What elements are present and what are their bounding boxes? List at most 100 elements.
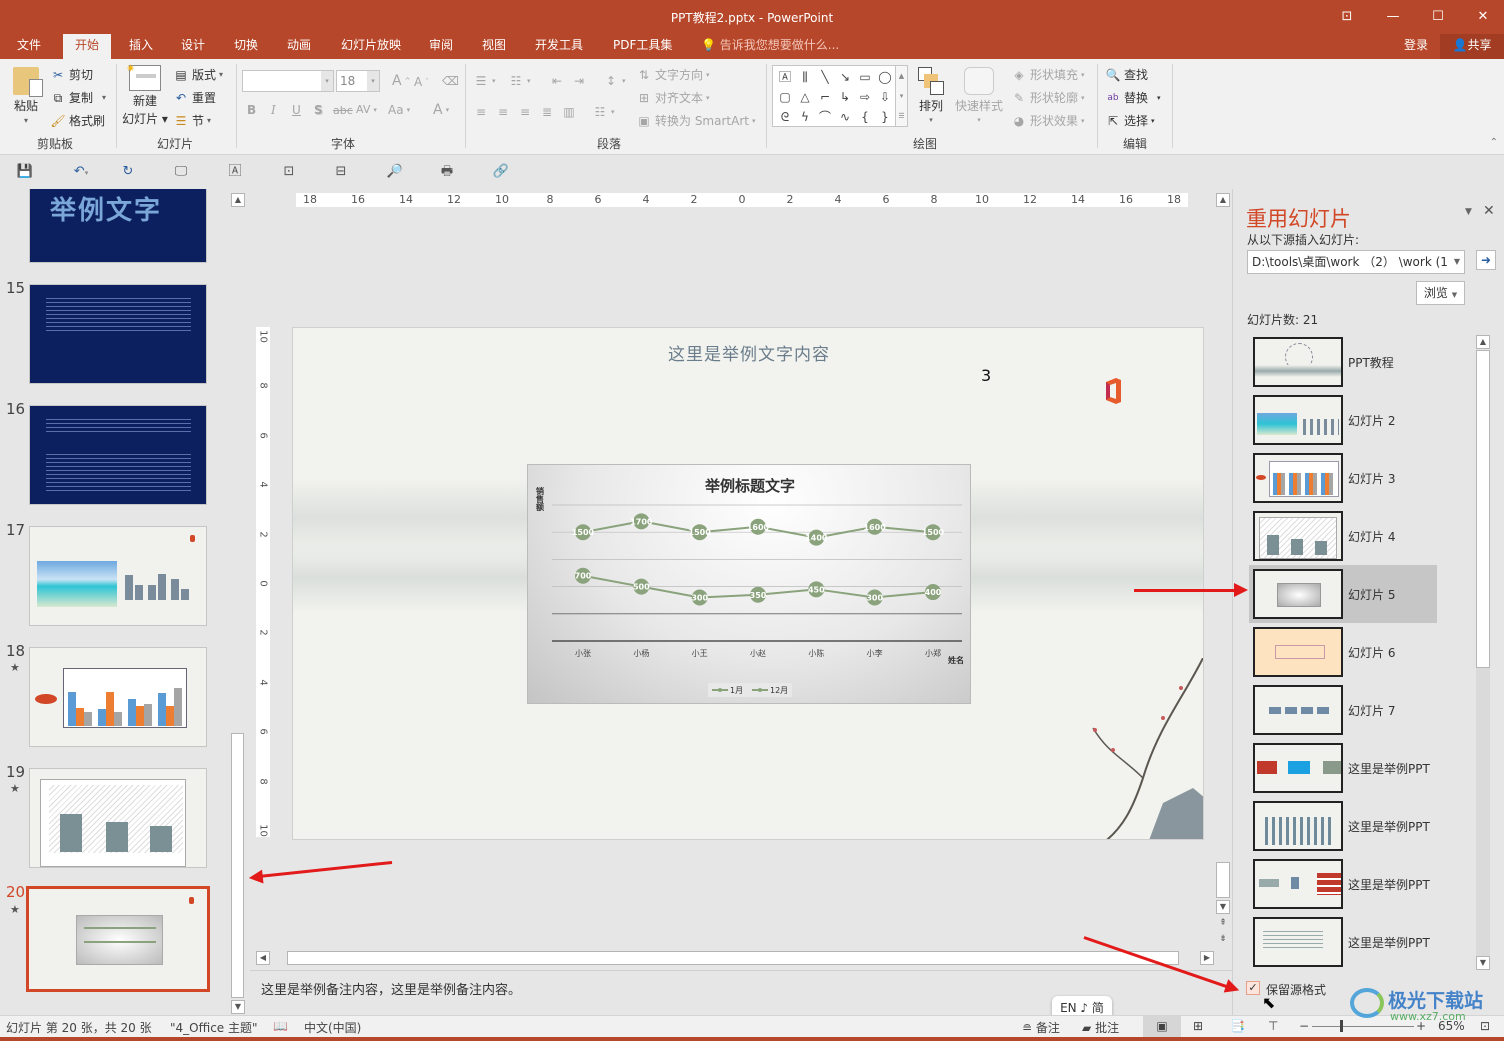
keep-source-format-checkbox[interactable]: ✓ xyxy=(1246,981,1260,995)
layout-button[interactable]: ▤ 版式 ▾ xyxy=(173,66,223,83)
shape-outline-button[interactable]: ✎ 形状轮廓 ▾ xyxy=(1011,89,1085,106)
source-slide-item[interactable]: 幻灯片 4 xyxy=(1253,511,1438,563)
slide-thumbnail-18[interactable] xyxy=(29,647,207,747)
editor-scroll-down-button[interactable]: ▼ xyxy=(1216,900,1230,914)
font-color-button[interactable]: A ▾ xyxy=(433,102,449,118)
zoom-out-button[interactable]: − xyxy=(1299,1019,1309,1033)
vertical-textbox-shape-icon[interactable]: ⫼ xyxy=(795,67,815,87)
arrow-line-shape-icon[interactable]: ↘ xyxy=(835,67,855,87)
textbox-shape-icon[interactable]: 🄰 xyxy=(775,67,795,87)
source-slide-item[interactable]: 这里是举例PPT xyxy=(1253,859,1438,911)
underline-button[interactable]: U xyxy=(292,103,301,117)
close-button[interactable]: ✕ xyxy=(1468,6,1498,28)
browse-button[interactable]: 浏览 ▼ xyxy=(1416,281,1465,305)
tab-slideshow[interactable]: 幻灯片放映 xyxy=(333,34,409,59)
source-slide-item[interactable]: 幻灯片 3 xyxy=(1253,453,1438,505)
arrange-button[interactable]: 排列 ▾ xyxy=(918,67,944,124)
align-right-button[interactable]: ≡ xyxy=(517,104,533,120)
redo-button[interactable]: ↻ xyxy=(119,163,137,181)
section-button[interactable]: ☰ 节 ▾ xyxy=(173,112,211,129)
notes-toggle-button[interactable]: ≘ 备注 xyxy=(1022,1019,1060,1036)
bullets-button[interactable]: ☰ ▾ xyxy=(473,73,496,89)
slide-number-text[interactable]: 3 xyxy=(981,366,991,385)
pane-options-button[interactable]: ▼ xyxy=(1465,207,1472,217)
convert-smartart-button[interactable]: ▣ 转换为 SmartArt ▾ xyxy=(636,112,755,129)
clear-format-button[interactable]: ⌫ xyxy=(442,73,459,89)
editor-scroll-up-button[interactable]: ▲ xyxy=(1216,193,1230,207)
link-button[interactable]: 🔗 xyxy=(492,163,510,181)
source-slide-item[interactable]: 幻灯片 2 xyxy=(1253,395,1438,447)
print-button[interactable]: 🖶 xyxy=(438,163,456,181)
source-path-combobox[interactable]: D:\tools\桌面\work （2） \work (1 ▼ xyxy=(1247,250,1465,274)
editor-h-scroll-thumb[interactable] xyxy=(287,951,1179,965)
shape-effects-button[interactable]: ◕ 形状效果 ▾ xyxy=(1011,112,1085,129)
replace-button[interactable]: ab 替换 ▾ xyxy=(1105,89,1160,106)
next-slide-button[interactable]: ⇟ xyxy=(1217,934,1229,944)
slideshow-button[interactable]: ⊡ xyxy=(280,163,298,181)
justify-button[interactable]: ≣ xyxy=(539,104,555,120)
font-size-input[interactable]: 18 ▾ xyxy=(336,70,380,92)
comments-toggle-button[interactable]: ▰ 批注 xyxy=(1082,1019,1119,1036)
scroll-down-button[interactable]: ▼ xyxy=(231,1000,245,1014)
scroll-up-button[interactable]: ▲ xyxy=(231,193,245,207)
tab-home[interactable]: 开始 xyxy=(63,34,112,59)
notes-text[interactable]: 这里是举例备注内容，这里是举例备注内容。 xyxy=(261,979,521,998)
slide-thumbnail-17[interactable] xyxy=(29,526,207,626)
tab-review[interactable]: 审阅 xyxy=(421,34,461,59)
format-painter-button[interactable]: 🖌 格式刷 xyxy=(50,112,105,129)
tab-transitions[interactable]: 切换 xyxy=(226,34,266,59)
tab-pdf-tools[interactable]: PDF工具集 xyxy=(605,34,680,59)
increase-indent-button[interactable]: ⇥ xyxy=(571,73,587,89)
login-link[interactable]: 登录 xyxy=(1396,34,1436,59)
elbow-connector-shape-icon[interactable]: ⌐ xyxy=(815,87,835,107)
pane-scroll-up-button[interactable]: ▲ xyxy=(1476,335,1490,349)
tell-me-box[interactable]: 💡 告诉我您想要做什么... xyxy=(693,34,847,59)
change-case-button[interactable]: Aa ▾ xyxy=(388,103,410,117)
source-slide-item[interactable]: PPT教程 xyxy=(1253,337,1438,389)
print-preview-button[interactable]: 🔎 xyxy=(386,163,404,181)
down-arrow-shape-icon[interactable]: ⇩ xyxy=(875,87,895,107)
tab-developer[interactable]: 开发工具 xyxy=(527,34,591,59)
columns-button[interactable]: ☷ ▾ xyxy=(592,104,615,120)
find-button[interactable]: 🔍 查找 xyxy=(1105,66,1149,83)
decrease-indent-button[interactable]: ⇤ xyxy=(549,73,565,89)
italic-button[interactable]: I xyxy=(271,103,276,117)
minimize-button[interactable]: — xyxy=(1378,6,1408,28)
spell-check-button[interactable]: 📖 xyxy=(273,1019,288,1033)
collapse-ribbon-button[interactable]: ⌃ xyxy=(1490,137,1498,148)
slide-thumbnail-19[interactable] xyxy=(29,768,207,868)
source-slide-item[interactable]: 这里是举例PPT xyxy=(1253,917,1438,969)
language-indicator[interactable]: 中文(中国) xyxy=(304,1019,361,1036)
undo-button[interactable]: ↶▾ xyxy=(66,163,96,181)
previous-slide-button[interactable]: ⇞ xyxy=(1217,918,1229,928)
pane-close-button[interactable]: ✕ xyxy=(1483,203,1495,219)
pane-scroll-down-button[interactable]: ▼ xyxy=(1476,956,1490,970)
select-button[interactable]: ⇱ 选择 ▾ xyxy=(1105,112,1155,129)
line-shape-icon[interactable]: ╲ xyxy=(815,67,835,87)
slide-thumbnail-14[interactable]: 举例文字 xyxy=(29,189,207,263)
thumbnails-scroll-thumb[interactable] xyxy=(231,733,244,998)
right-arrow-shape-icon[interactable]: ⇨ xyxy=(855,87,875,107)
slide-canvas[interactable]: 这里是举例文字内容 3 举例标题文字 销售额 姓名 700 500 300 350 45… xyxy=(292,327,1204,840)
zoom-slider[interactable] xyxy=(1312,1026,1414,1027)
ribbon-display-options-button[interactable]: ⊡ xyxy=(1332,6,1362,28)
save-button[interactable]: 💾 xyxy=(16,163,34,181)
numbering-button[interactable]: ☷ ▾ xyxy=(508,73,531,89)
slideshow-view-button[interactable]: ⊤ xyxy=(1268,1019,1278,1033)
editor-scroll-left-button[interactable]: ◀ xyxy=(256,951,270,965)
slide-thumbnail-20-selected[interactable] xyxy=(26,886,210,992)
align-left-button[interactable]: ≡ xyxy=(473,104,489,120)
tab-animations[interactable]: 动画 xyxy=(279,34,319,59)
from-beginning-button[interactable]: 🖵 xyxy=(172,163,190,181)
triangle-shape-icon[interactable]: △ xyxy=(795,87,815,107)
arc-shape-icon[interactable]: ⌒ xyxy=(815,107,835,127)
slide-thumbnail-15[interactable] xyxy=(29,284,207,384)
pane-scroll-track[interactable] xyxy=(1476,668,1490,956)
shadow-button[interactable]: S xyxy=(314,103,323,117)
scribble-shape-icon[interactable]: ϟ xyxy=(795,107,815,127)
line-spacing-button[interactable]: ↕ ▾ xyxy=(603,73,626,89)
tab-view[interactable]: 视图 xyxy=(474,34,514,59)
cut-button[interactable]: ✂ 剪切 xyxy=(50,66,93,83)
source-slide-item[interactable]: 幻灯片 7 xyxy=(1253,685,1438,737)
slide-thumbnail-16[interactable] xyxy=(29,405,207,505)
